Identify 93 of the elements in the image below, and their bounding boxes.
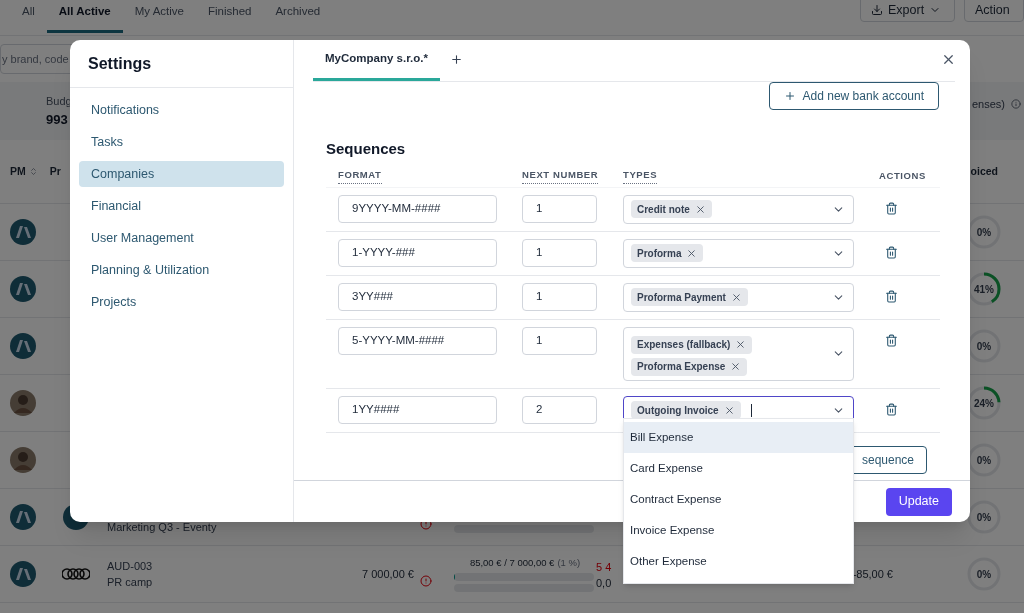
format-input[interactable]: 1YY#### bbox=[338, 395, 497, 424]
type-chip: Proforma Expense bbox=[631, 357, 748, 376]
progress-percent: 0% bbox=[976, 567, 992, 582]
project-name: PR camp bbox=[107, 575, 154, 590]
project-code: AUD-003 bbox=[107, 559, 154, 574]
type-chip: Credit note bbox=[631, 200, 712, 218]
types-select[interactable]: Proforma Payment bbox=[623, 282, 854, 312]
dialog-title: Settings bbox=[88, 53, 152, 74]
text-cursor bbox=[750, 403, 752, 417]
download-icon bbox=[871, 4, 883, 16]
section-title: Sequences bbox=[326, 139, 406, 159]
dropdown-option[interactable]: Contract Expense bbox=[624, 484, 853, 515]
settings-nav-item[interactable]: Companies bbox=[79, 161, 284, 187]
budget-value: 993 bbox=[46, 110, 69, 129]
progress-percent: 0% bbox=[976, 225, 992, 240]
next-number-input[interactable]: 1 bbox=[522, 282, 597, 311]
delete-icon[interactable] bbox=[884, 201, 898, 215]
spent-amount: 85,00 € / 7 000,00 € bbox=[469, 555, 555, 570]
type-chip: Expenses (fallback) bbox=[631, 335, 753, 354]
balance-amount: -85,00 € bbox=[852, 566, 893, 582]
format-input[interactable]: 5-YYYY-MM-#### bbox=[338, 326, 497, 355]
remove-icon[interactable] bbox=[735, 339, 747, 350]
column-header[interactable]: oiced bbox=[970, 163, 998, 180]
user-avatar-icon bbox=[9, 447, 36, 473]
company-logo-icon bbox=[9, 504, 36, 530]
spent-share: (1 %) bbox=[557, 555, 581, 570]
types-select[interactable]: Expenses (fallback) Proforma Expense bbox=[623, 326, 854, 381]
company-logo-icon bbox=[9, 561, 36, 587]
remove-icon[interactable] bbox=[730, 291, 742, 303]
invoiced-amount: 0,0 bbox=[596, 576, 613, 591]
dropdown-option[interactable]: Bill Expense bbox=[624, 422, 853, 453]
next-number-input[interactable]: 1 bbox=[522, 194, 597, 223]
progress-percent: 0% bbox=[976, 339, 992, 354]
summary-note: enses) bbox=[972, 96, 1006, 112]
column-header[interactable]: Pr bbox=[49, 163, 61, 180]
company-logo-icon bbox=[9, 276, 36, 302]
close-icon[interactable] bbox=[941, 52, 956, 67]
settings-nav-item[interactable]: Notifications bbox=[79, 97, 284, 123]
add-bank-account-button[interactable]: Add new bank account bbox=[768, 82, 939, 110]
filter-tab[interactable]: My Active bbox=[122, 0, 196, 33]
delete-icon[interactable] bbox=[884, 402, 898, 416]
company-logo-icon bbox=[9, 333, 36, 359]
column-header[interactable]: PM bbox=[10, 163, 26, 180]
type-chip: Proforma Payment bbox=[631, 288, 748, 306]
settings-nav-item[interactable]: Planning & Utilization bbox=[79, 257, 284, 283]
action-button[interactable]: Action bbox=[964, 0, 1024, 22]
settings-nav-item[interactable]: User Management bbox=[79, 225, 284, 251]
column-header: TYPES bbox=[623, 168, 658, 184]
column-header: FORMAT bbox=[338, 168, 382, 184]
update-button[interactable]: Update bbox=[885, 487, 952, 516]
progress-percent: 0% bbox=[976, 510, 992, 525]
remove-icon[interactable] bbox=[730, 361, 742, 372]
remove-icon[interactable] bbox=[723, 404, 735, 416]
type-chip: Outgoing Invoice bbox=[631, 401, 741, 419]
format-input[interactable]: 1-YYYY-### bbox=[338, 238, 497, 267]
settings-nav-item[interactable]: Tasks bbox=[79, 129, 284, 155]
types-select[interactable]: Credit note bbox=[623, 194, 854, 224]
budget-amount: 7 000,00 € bbox=[362, 566, 414, 582]
type-chip: Proforma bbox=[631, 244, 704, 262]
rings-logo-icon bbox=[62, 567, 90, 581]
dropdown-option[interactable]: Other Expense bbox=[624, 546, 853, 577]
filter-tab[interactable]: Finished bbox=[196, 0, 264, 33]
format-input[interactable]: 9YYYY-MM-#### bbox=[338, 194, 497, 223]
project-name: Marketing Q3 - Eventy bbox=[107, 520, 218, 535]
company-logo-icon bbox=[9, 219, 36, 245]
filter-tab[interactable]: Archived bbox=[263, 0, 333, 33]
next-number-input[interactable]: 1 bbox=[522, 326, 597, 355]
add-tab-icon[interactable] bbox=[449, 53, 463, 66]
plus-icon bbox=[783, 90, 796, 102]
filter-tab[interactable]: All bbox=[10, 0, 47, 33]
user-avatar-icon bbox=[9, 390, 36, 416]
next-number-input[interactable]: 1 bbox=[522, 238, 597, 267]
settings-nav-item[interactable]: Financial bbox=[79, 193, 284, 219]
progress-ring bbox=[965, 498, 1003, 536]
delete-icon[interactable] bbox=[884, 333, 898, 347]
remove-icon[interactable] bbox=[686, 247, 698, 259]
company-tab[interactable]: MyCompany s.r.o.* bbox=[313, 39, 440, 81]
next-number-input[interactable]: 2 bbox=[522, 395, 597, 424]
format-input[interactable]: 3YY### bbox=[338, 282, 497, 311]
progress-percent: 0% bbox=[976, 453, 992, 468]
types-select[interactable]: Proforma bbox=[623, 238, 854, 268]
filter-tab[interactable]: All Active bbox=[46, 0, 123, 33]
delete-icon[interactable] bbox=[884, 289, 898, 303]
remove-icon[interactable] bbox=[694, 203, 706, 215]
column-header: NEXT NUMBER bbox=[522, 168, 599, 184]
info-icon bbox=[1011, 99, 1022, 109]
export-button[interactable]: Export bbox=[860, 0, 955, 22]
dropdown-option[interactable]: Invoice Expense bbox=[624, 515, 853, 546]
delete-icon[interactable] bbox=[884, 245, 898, 259]
progress-percent: 24% bbox=[974, 396, 994, 411]
settings-nav-item[interactable]: Projects bbox=[79, 289, 284, 315]
progress-percent: 41% bbox=[974, 282, 994, 297]
column-header: ACTIONS bbox=[879, 168, 926, 183]
